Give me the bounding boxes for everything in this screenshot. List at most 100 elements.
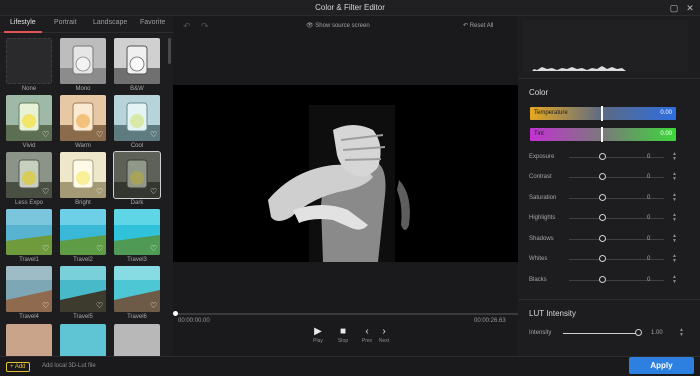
redo-icon[interactable]: ↷ [201, 21, 209, 32]
slider-knob[interactable] [599, 235, 606, 242]
shadows-row[interactable]: Shadows 0 ▲ ▼ [529, 234, 689, 246]
timeline-playhead[interactable] [173, 311, 178, 316]
undo-icon[interactable]: ↶ [183, 21, 191, 32]
slider-knob[interactable] [635, 329, 642, 336]
whites-row[interactable]: Whites 0 ▲ ▼ [529, 254, 689, 266]
play-label: Play [313, 338, 323, 344]
saturation-row[interactable]: Saturation 0 ▲ ▼ [529, 193, 689, 205]
filter-thumbnail: ♡ [60, 152, 106, 198]
filter-label: None [21, 86, 37, 92]
filter-thumbnail: ♡ [60, 209, 106, 255]
timeline-track[interactable] [173, 313, 518, 315]
highlights-row[interactable]: Highlights 0 ▲ ▼ [529, 213, 689, 225]
stepper-icon[interactable]: ▲ ▼ [679, 328, 684, 338]
favorite-heart-icon[interactable]: ♡ [96, 302, 104, 310]
shadows-value[interactable]: 0 [647, 236, 650, 242]
favorite-heart-icon[interactable]: ♡ [96, 245, 104, 253]
filter-panel: Lifestyle Portrait Landscape Favorite No… [0, 16, 173, 356]
exposure-row[interactable]: Exposure 0 ▲ ▼ [529, 152, 689, 164]
add-button[interactable]: + Add [6, 362, 30, 372]
filter-tabs: Lifestyle Portrait Landscape Favorite [0, 16, 173, 33]
favorite-heart-icon[interactable]: ♡ [150, 131, 158, 139]
tab-lifestyle[interactable]: Lifestyle [10, 19, 36, 26]
filter-thumbnail [114, 38, 160, 84]
contrast-value[interactable]: 0 [647, 174, 650, 180]
slider-knob[interactable] [599, 173, 606, 180]
show-source-label: Show source screen [315, 23, 370, 29]
active-tab-indicator [4, 31, 42, 33]
highlights-value[interactable]: 0 [647, 215, 650, 221]
video-preview [173, 85, 518, 262]
filter-label: Dark [130, 200, 144, 206]
intensity-value[interactable]: 1.00 [651, 330, 663, 336]
slider-knob[interactable] [599, 194, 606, 201]
blacks-row[interactable]: Blacks 0 ▲ ▼ [529, 275, 689, 287]
divider [518, 299, 700, 300]
filter-label: Travel4 [19, 314, 39, 320]
stepper-icon[interactable]: ▲ ▼ [672, 193, 677, 203]
tab-portrait[interactable]: Portrait [54, 19, 77, 26]
whites-value[interactable]: 0 [647, 256, 650, 262]
saturation-value[interactable]: 0 [647, 195, 650, 201]
stepper-icon[interactable]: ▲ ▼ [672, 152, 677, 162]
maximize-icon[interactable]: ▢ [668, 2, 680, 14]
filter-label: Vivid [22, 143, 36, 149]
slider-knob[interactable] [599, 255, 606, 262]
stop-button[interactable]: ■ Stop [331, 326, 355, 344]
reset-all-button[interactable]: ↶ Reset All [463, 22, 493, 29]
favorite-heart-icon[interactable]: ♡ [150, 302, 158, 310]
favorite-heart-icon[interactable]: ♡ [150, 188, 158, 196]
slider-knob[interactable] [599, 153, 606, 160]
close-icon[interactable]: ✕ [684, 2, 696, 14]
exposure-label: Exposure [529, 154, 555, 160]
stop-label: Stop [337, 338, 349, 344]
favorite-heart-icon[interactable]: ♡ [42, 131, 50, 139]
stepper-icon[interactable]: ▲ ▼ [672, 275, 677, 285]
favorite-heart-icon[interactable]: ♡ [42, 302, 50, 310]
favorite-heart-icon[interactable]: ♡ [96, 188, 104, 196]
exposure-value[interactable]: 0 [647, 154, 650, 160]
next-label: Next [378, 338, 390, 344]
filter-thumbnail [6, 324, 52, 356]
shadows-label: Shadows [529, 236, 554, 242]
blacks-value[interactable]: 0 [647, 277, 650, 283]
temperature-slider[interactable]: Temperature 0.00 [530, 106, 676, 121]
stepper-icon[interactable]: ▲ ▼ [672, 172, 677, 182]
stepper-icon[interactable]: ▲ ▼ [672, 254, 677, 264]
filter-label: Bright [75, 200, 91, 206]
temperature-label: Temperature [534, 110, 568, 116]
filter-scrollbar[interactable] [168, 38, 171, 64]
next-icon: › [382, 326, 386, 337]
whites-label: Whites [529, 256, 548, 262]
highlights-label: Highlights [529, 215, 556, 221]
slider-knob[interactable] [599, 214, 606, 221]
slider-knob[interactable] [599, 276, 606, 283]
favorite-heart-icon[interactable]: ♡ [42, 188, 50, 196]
tint-label: Tint [534, 131, 544, 137]
tint-slider[interactable]: Tint 0.00 [530, 127, 676, 142]
favorite-heart-icon[interactable]: ♡ [96, 131, 104, 139]
apply-button[interactable]: Apply [629, 357, 694, 374]
window-title: Color & Filter Editor [315, 3, 385, 12]
temperature-handle[interactable] [601, 106, 603, 121]
filter-label: Travel5 [73, 314, 93, 320]
show-source-button[interactable]: 👁 Show source screen [306, 22, 370, 29]
tint-handle[interactable] [601, 127, 603, 142]
filter-label: Travel6 [127, 314, 147, 320]
tab-landscape[interactable]: Landscape [93, 19, 127, 26]
filter-label: Travel3 [127, 257, 147, 263]
next-button[interactable]: › Next [372, 326, 396, 344]
temperature-value: 0.00 [660, 110, 672, 116]
adjustment-panel: Color Temperature 0.00 Tint 0.00 Exposur… [518, 16, 700, 356]
tab-favorite[interactable]: Favorite [140, 19, 165, 26]
contrast-row[interactable]: Contrast 0 ▲ ▼ [529, 172, 689, 184]
favorite-heart-icon[interactable]: ♡ [150, 245, 158, 253]
filter-label: Cool [130, 143, 144, 149]
play-button[interactable]: ▶ Play [306, 326, 330, 344]
add-lut-link[interactable]: Add local 3D-Lut file [42, 363, 96, 369]
stepper-icon[interactable]: ▲ ▼ [672, 213, 677, 223]
slider-track[interactable] [563, 333, 637, 334]
lut-intensity-row[interactable]: Intensity 1.00 ▲ ▼ [529, 328, 689, 340]
stepper-icon[interactable]: ▲ ▼ [672, 234, 677, 244]
favorite-heart-icon[interactable]: ♡ [42, 245, 50, 253]
